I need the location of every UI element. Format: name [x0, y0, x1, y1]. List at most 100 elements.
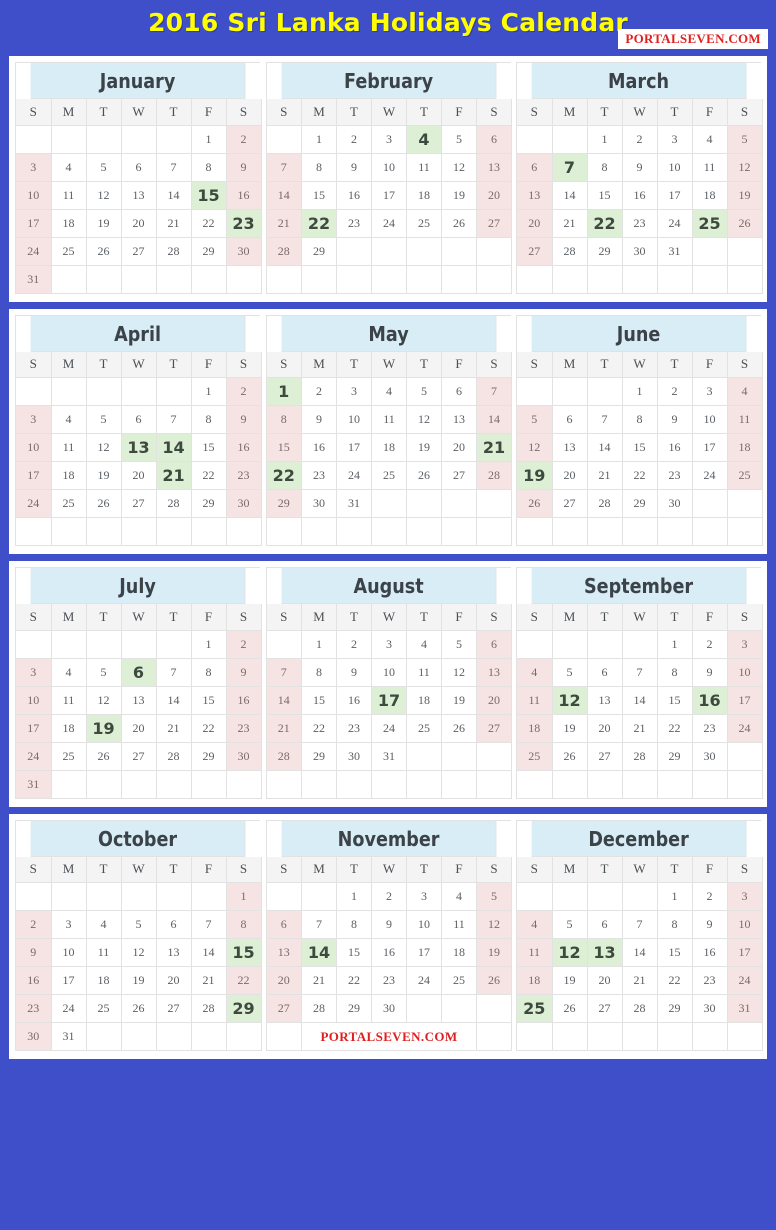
day-cell[interactable]: 27	[156, 994, 192, 1023]
day-cell[interactable]: 4	[441, 882, 477, 911]
weekend-cell[interactable]: 11	[517, 938, 553, 967]
weekend-cell[interactable]: 14	[266, 181, 302, 210]
weekend-cell[interactable]: 16	[226, 433, 262, 462]
weekend-cell[interactable]: 20	[517, 209, 553, 238]
weekend-cell[interactable]: 3	[16, 405, 52, 434]
day-cell[interactable]: 11	[51, 686, 87, 715]
weekend-cell[interactable]: 24	[16, 742, 52, 771]
day-cell[interactable]: 20	[441, 433, 477, 462]
day-cell[interactable]: 16	[336, 181, 372, 210]
day-cell[interactable]: 27	[121, 489, 157, 518]
weekend-cell[interactable]: 20	[476, 686, 512, 715]
day-cell[interactable]: 29	[336, 994, 372, 1023]
day-cell[interactable]: 7	[156, 405, 192, 434]
day-cell[interactable]: 23	[336, 714, 372, 743]
day-cell[interactable]: 22	[191, 714, 227, 743]
day-cell[interactable]: 28	[622, 994, 658, 1023]
day-cell[interactable]: 13	[121, 181, 157, 210]
day-cell[interactable]: 25	[51, 237, 87, 266]
day-cell[interactable]: 29	[301, 237, 337, 266]
day-cell[interactable]: 10	[657, 153, 693, 182]
day-cell[interactable]: 15	[622, 433, 658, 462]
day-cell[interactable]: 24	[336, 461, 372, 490]
day-cell[interactable]: 6	[587, 658, 623, 687]
day-cell[interactable]: 23	[301, 461, 337, 490]
day-cell[interactable]: 9	[692, 658, 728, 687]
day-cell[interactable]: 29	[191, 742, 227, 771]
holiday-cell[interactable]: 29	[226, 994, 262, 1023]
weekend-cell[interactable]: 26	[517, 489, 553, 518]
day-cell[interactable]: 14	[156, 686, 192, 715]
day-cell[interactable]: 2	[692, 630, 728, 659]
day-cell[interactable]: 6	[121, 405, 157, 434]
weekend-cell[interactable]: 8	[226, 910, 262, 939]
day-cell[interactable]: 18	[51, 209, 87, 238]
day-cell[interactable]: 7	[156, 658, 192, 687]
day-cell[interactable]: 16	[692, 938, 728, 967]
day-cell[interactable]: 13	[552, 433, 588, 462]
weekend-cell[interactable]: 22	[226, 966, 262, 995]
weekend-cell[interactable]: 24	[16, 237, 52, 266]
day-cell[interactable]: 20	[552, 461, 588, 490]
day-cell[interactable]: 24	[371, 714, 407, 743]
weekend-cell[interactable]: 21	[266, 714, 302, 743]
holiday-cell[interactable]: 13	[121, 433, 157, 462]
day-cell[interactable]: 2	[336, 125, 372, 154]
day-cell[interactable]: 15	[657, 938, 693, 967]
day-cell[interactable]: 16	[622, 181, 658, 210]
weekend-cell[interactable]: 24	[727, 966, 763, 995]
weekend-cell[interactable]: 1	[226, 882, 262, 911]
weekend-cell[interactable]: 12	[517, 433, 553, 462]
day-cell[interactable]: 4	[51, 658, 87, 687]
day-cell[interactable]: 24	[657, 209, 693, 238]
weekend-cell[interactable]: 10	[16, 433, 52, 462]
day-cell[interactable]: 11	[86, 938, 122, 967]
weekend-cell[interactable]: 21	[266, 209, 302, 238]
weekend-cell[interactable]: 2	[226, 377, 262, 406]
weekend-cell[interactable]: 6	[476, 125, 512, 154]
day-cell[interactable]: 4	[371, 377, 407, 406]
day-cell[interactable]: 7	[622, 910, 658, 939]
weekend-cell[interactable]: 4	[517, 658, 553, 687]
day-cell[interactable]: 31	[51, 1022, 87, 1051]
day-cell[interactable]: 20	[121, 714, 157, 743]
weekend-cell[interactable]: 14	[266, 686, 302, 715]
weekend-cell[interactable]: 3	[16, 153, 52, 182]
day-cell[interactable]: 19	[86, 461, 122, 490]
day-cell[interactable]: 5	[86, 153, 122, 182]
day-cell[interactable]: 22	[191, 209, 227, 238]
weekend-cell[interactable]: 30	[226, 489, 262, 518]
day-cell[interactable]: 17	[657, 181, 693, 210]
day-cell[interactable]: 19	[121, 966, 157, 995]
day-cell[interactable]: 6	[121, 153, 157, 182]
day-cell[interactable]: 30	[657, 489, 693, 518]
day-cell[interactable]: 22	[657, 714, 693, 743]
day-cell[interactable]: 1	[191, 630, 227, 659]
weekend-cell[interactable]: 9	[226, 405, 262, 434]
day-cell[interactable]: 18	[692, 181, 728, 210]
day-cell[interactable]: 10	[51, 938, 87, 967]
day-cell[interactable]: 1	[336, 882, 372, 911]
day-cell[interactable]: 2	[657, 377, 693, 406]
day-cell[interactable]: 22	[622, 461, 658, 490]
day-cell[interactable]: 28	[156, 237, 192, 266]
holiday-cell[interactable]: 13	[587, 938, 623, 967]
day-cell[interactable]: 26	[441, 209, 477, 238]
day-cell[interactable]: 19	[441, 686, 477, 715]
day-cell[interactable]: 15	[301, 686, 337, 715]
day-cell[interactable]: 8	[336, 910, 372, 939]
holiday-cell[interactable]: 17	[371, 686, 407, 715]
weekend-cell[interactable]: 27	[476, 714, 512, 743]
day-cell[interactable]: 15	[191, 433, 227, 462]
day-cell[interactable]: 27	[552, 489, 588, 518]
day-cell[interactable]: 6	[552, 405, 588, 434]
weekend-cell[interactable]: 18	[727, 433, 763, 462]
day-cell[interactable]: 5	[552, 910, 588, 939]
day-cell[interactable]: 9	[336, 153, 372, 182]
weekend-cell[interactable]: 7	[476, 377, 512, 406]
day-cell[interactable]: 30	[336, 742, 372, 771]
day-cell[interactable]: 8	[191, 405, 227, 434]
day-cell[interactable]: 6	[156, 910, 192, 939]
weekend-cell[interactable]: 2	[226, 630, 262, 659]
day-cell[interactable]: 21	[622, 714, 658, 743]
